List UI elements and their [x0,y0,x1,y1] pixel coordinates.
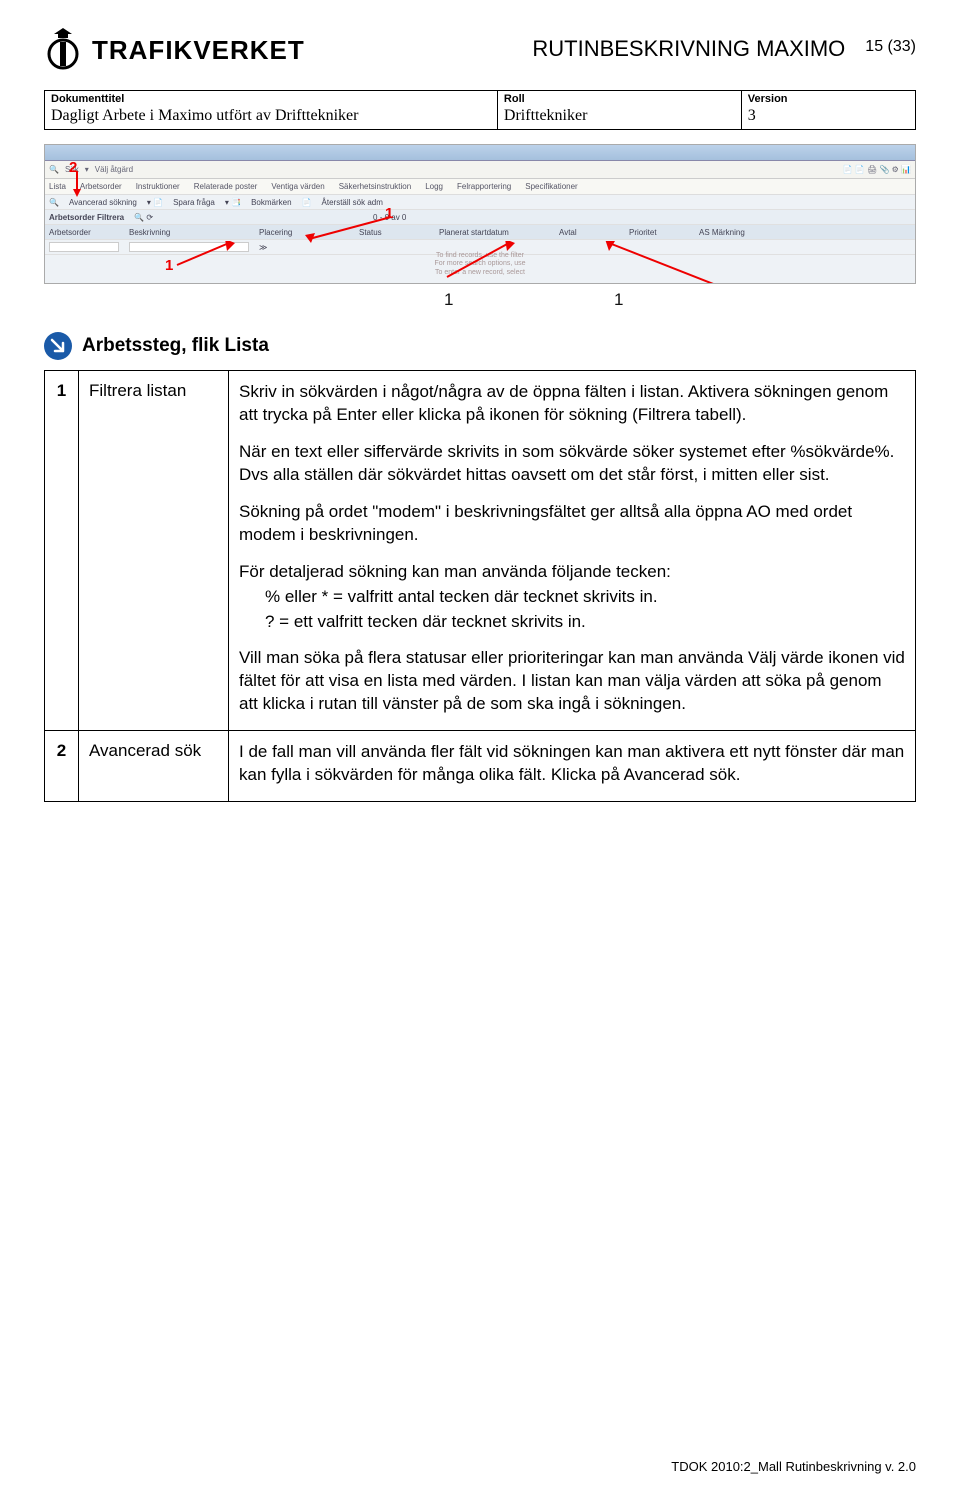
section-title: Arbetssteg, flik Lista [82,335,269,357]
callout-1d: 1 [614,290,623,310]
meta-val-version: 3 [748,107,756,124]
logo: TRAFIKVERKET [44,28,305,72]
meta-head-role: Roll [504,93,735,105]
meta-val-role: Drifttekniker [504,107,588,124]
ss-action-label: Välj åtgärd [95,165,133,174]
trafikverket-logo-icon [44,28,82,72]
table-row: 2 Avancerad sök I de fall man vill använ… [45,731,916,802]
ss-tabs: Lista Arbetsorder Instruktioner Relatera… [45,179,915,195]
table-row: 1 Filtrera listan Skriv in sökvärden i n… [45,371,916,731]
page-number: 15 (33) [865,28,916,56]
callout-1a: 1 [385,205,393,222]
section-heading: Arbetssteg, flik Lista [44,332,916,360]
meta-head-version: Version [748,93,909,105]
ss-search-icon: 🔍 [49,165,59,174]
step-label: Filtrera listan [79,371,229,731]
arrow-down-right-icon [44,332,72,360]
steps-table: 1 Filtrera listan Skriv in sökvärden i n… [44,370,916,802]
meta-head-title: Dokumenttitel [51,93,491,105]
embedded-screenshot: 🔍 Sök ▾ Välj åtgärd 📄 📄 🖨 📎 ⚙ 📊 Lista Ar… [44,144,916,284]
callout-1b: 1 [165,257,173,274]
callout-1c: 1 [444,290,453,310]
ss-hint: To find records, use the filter For more… [434,252,525,277]
callout-2: 2 [69,159,77,176]
step-body: Skriv in sökvärden i något/några av de ö… [229,371,916,731]
meta-table: Dokumenttitel Dagligt Arbete i Maximo ut… [44,90,916,130]
step-label: Avancerad sök [79,731,229,802]
step-number: 2 [45,731,79,802]
meta-val-title: Dagligt Arbete i Maximo utfört av Driftt… [51,107,358,124]
page-header: TRAFIKVERKET RUTINBESKRIVNING MAXIMO 15 … [44,28,916,72]
logo-text: TRAFIKVERKET [92,35,305,66]
step-body: I de fall man vill använda fler fält vid… [229,731,916,802]
footer-text: TDOK 2010:2_Mall Rutinbeskrivning v. 2.0 [671,1459,916,1474]
step-number: 1 [45,371,79,731]
document-title: RUTINBESKRIVNING MAXIMO [305,28,866,62]
